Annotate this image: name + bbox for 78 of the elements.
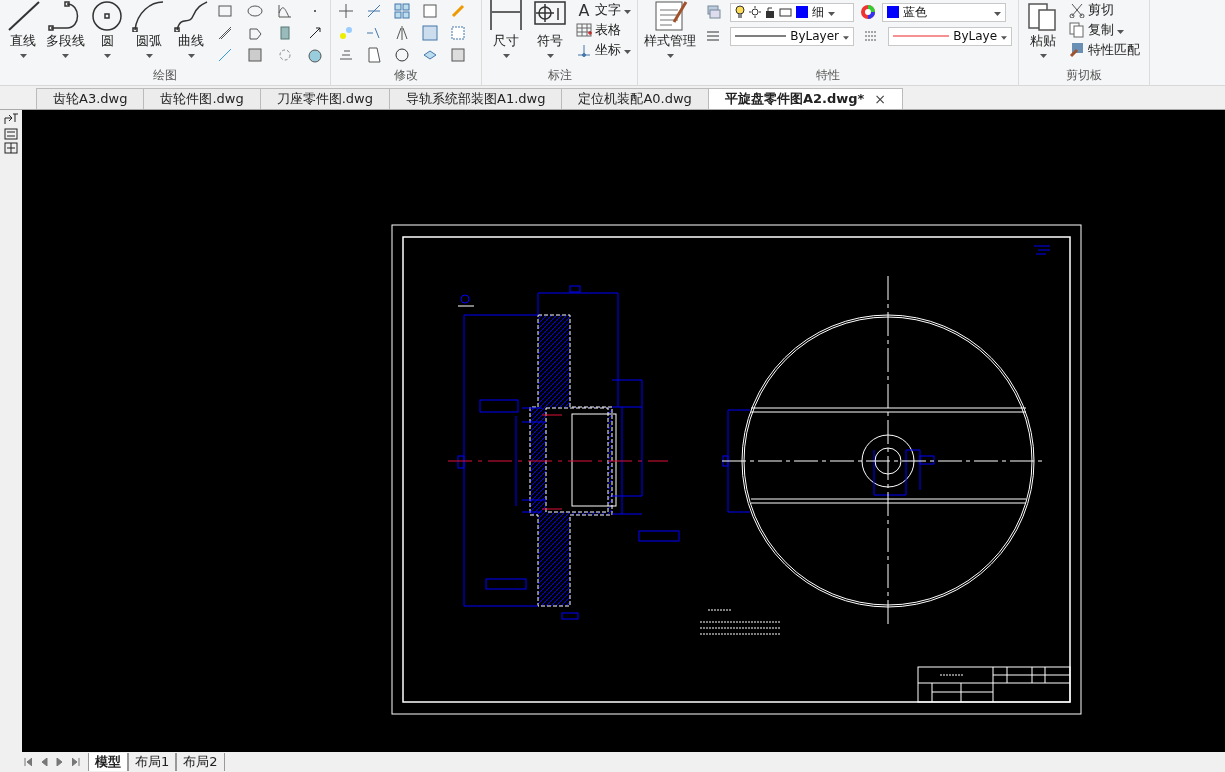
copy-icon — [1069, 22, 1085, 38]
ribbon-tool-button[interactable]: 圆 — [88, 0, 126, 58]
coord-icon — [576, 42, 592, 58]
caret-icon — [1001, 36, 1007, 40]
ribbon-tool-button[interactable]: 符号 — [530, 0, 570, 58]
document-tab[interactable]: 齿轮A3.dwg — [36, 88, 145, 109]
document-tab[interactable]: 导轨系统部装图A1.dwg — [389, 88, 563, 109]
caret-icon — [624, 10, 631, 14]
caret-icon — [828, 12, 835, 16]
document-tab[interactable]: 刀座零件图.dwg — [259, 88, 390, 109]
match-icon — [1069, 42, 1085, 58]
caret-icon — [624, 50, 631, 54]
caret-icon — [1117, 30, 1124, 34]
lines-icon[interactable] — [705, 28, 721, 44]
color-swatch-icon — [796, 6, 808, 18]
ribbon-group-label: 修改 — [393, 67, 419, 84]
dimension-icon — [488, 0, 524, 32]
color-swatch-icon — [887, 6, 899, 18]
ribbon-tool-button[interactable]: 坐标 — [574, 40, 633, 60]
printer-icon — [779, 6, 792, 18]
caret-icon — [1039, 54, 1047, 58]
ribbon-tool-button[interactable]: 表格 — [574, 20, 633, 40]
line-sample-icon — [735, 34, 787, 38]
lightbulb-icon — [735, 5, 745, 19]
line-sample-icon — [893, 34, 950, 38]
caret-icon — [19, 54, 27, 58]
ribbon-tool-button[interactable]: 直线 — [4, 0, 42, 58]
sun-icon — [749, 6, 761, 18]
ribbon-group-label: 标注 — [546, 67, 573, 84]
caret-icon — [61, 54, 69, 58]
caret-icon — [666, 54, 674, 58]
ribbon-tool-button[interactable]: A 文字 — [574, 0, 633, 20]
color-wheel-icon[interactable] — [860, 4, 876, 20]
ribbon-tool-button[interactable]: 曲线 — [172, 0, 210, 58]
close-icon[interactable]: × — [874, 91, 887, 107]
tool-icon[interactable] — [4, 142, 18, 154]
ribbon-tool-button[interactable]: 特性匹配 — [1067, 40, 1142, 60]
circle-icon — [89, 0, 125, 32]
linetype-dropdown[interactable]: ByLayer — [730, 26, 854, 46]
ribbon-tool-button[interactable]: 样式管理 — [642, 0, 698, 58]
nav-arrow-icon[interactable] — [72, 758, 80, 766]
layer-icon[interactable] — [705, 4, 721, 20]
caret-icon — [994, 12, 1001, 16]
caret-icon — [546, 54, 554, 58]
tool-icon[interactable] — [3, 112, 19, 126]
lineweight-icon[interactable] — [863, 28, 879, 44]
spline-icon — [173, 0, 209, 32]
ribbon-group-label: 特性 — [815, 67, 841, 84]
nav-arrow-icon[interactable] — [24, 758, 32, 766]
caret-icon — [145, 54, 153, 58]
ribbon-group-label: 剪切板 — [1065, 67, 1103, 84]
caret-icon — [103, 54, 111, 58]
color-dropdown[interactable]: 蓝色 — [882, 2, 1006, 22]
layer-dropdown[interactable]: 细 — [730, 2, 854, 22]
document-tab[interactable]: 定位机装配A0.dwg — [561, 88, 709, 109]
layer-name: 细 — [812, 3, 824, 21]
tool-icon[interactable] — [394, 47, 410, 63]
ribbon-tool-button[interactable]: 剪切 — [1067, 0, 1142, 20]
tool-icon[interactable] — [217, 25, 233, 41]
ribbon-tool-button[interactable]: 圆弧 — [130, 0, 168, 58]
ribbon-tool-button[interactable]: 粘贴 — [1023, 0, 1063, 58]
table-icon — [576, 22, 592, 38]
caret-icon — [502, 54, 510, 58]
layout-tab[interactable]: 布局1 — [128, 753, 177, 771]
lock-icon — [765, 6, 775, 18]
lineweight-dropdown[interactable]: ByLaye — [888, 26, 1012, 46]
layout-tab[interactable]: 布局2 — [176, 753, 225, 771]
caret-icon — [843, 36, 849, 40]
ribbon-tool-button[interactable]: 尺寸 — [486, 0, 526, 58]
document-tab[interactable]: 齿轮件图.dwg — [143, 88, 261, 109]
cut-icon — [1069, 2, 1085, 18]
ribbon-tool-button[interactable]: 复制 — [1067, 20, 1142, 40]
caret-icon — [187, 54, 195, 58]
document-tab[interactable]: 平旋盘零件图A2.dwg* × — [707, 88, 904, 109]
tool-icon[interactable] — [307, 25, 323, 41]
layout-tab[interactable]: 模型 — [88, 753, 128, 771]
ribbon-group-label: 绘图 — [152, 67, 178, 84]
ribbon-tool-button[interactable]: 多段线 — [46, 0, 84, 58]
